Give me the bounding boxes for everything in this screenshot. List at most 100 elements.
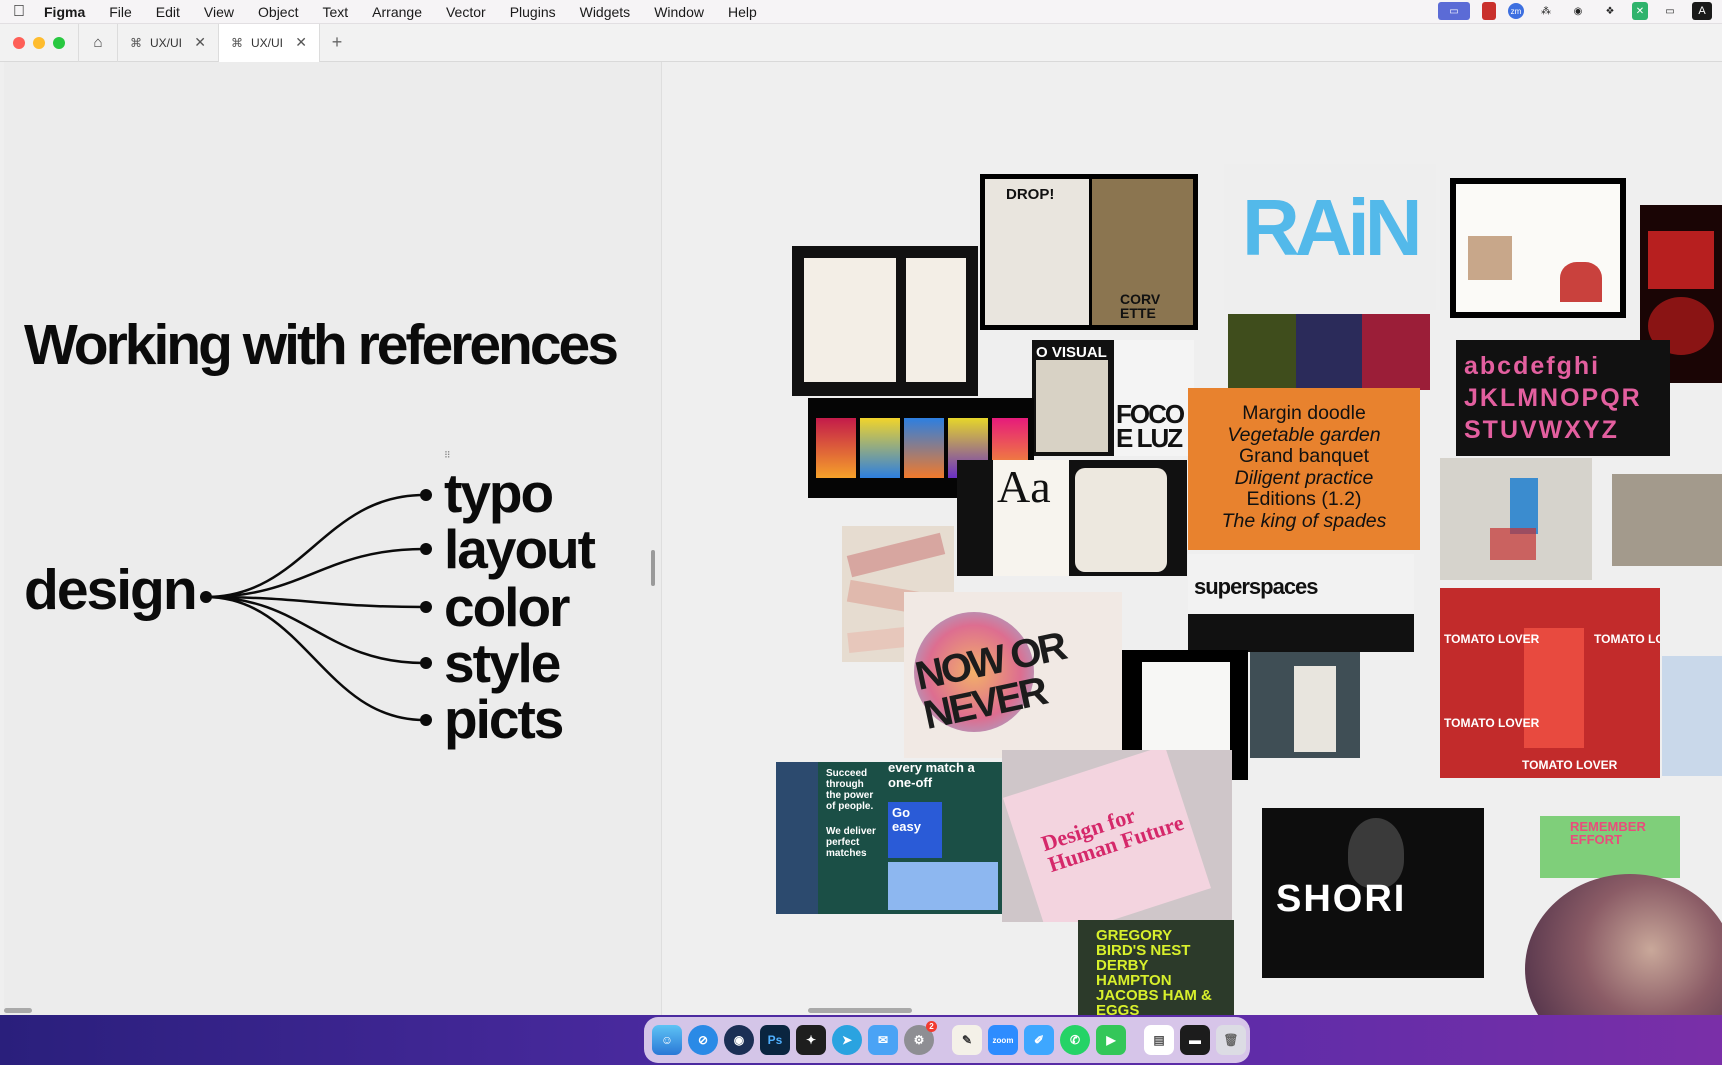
reference-image-alphabet[interactable]: abcdefghi JKLMNOPQR STUVWXYZ	[1456, 340, 1670, 456]
terminal-icon[interactable]: ▬	[1180, 1025, 1210, 1055]
menu-file[interactable]: File	[97, 4, 144, 20]
reference-image-superspaces[interactable]: superspaces	[1188, 554, 1414, 652]
apple-icon[interactable]: 	[0, 3, 38, 21]
reference-image-now-or-never[interactable]: NOW OR NEVER	[904, 592, 1122, 758]
reference-image-book-spread[interactable]	[1450, 178, 1626, 318]
menu-arrange[interactable]: Arrange	[360, 4, 434, 20]
menu-help[interactable]: Help	[716, 4, 769, 20]
remember-text: REMEMBER EFFORT	[1570, 819, 1646, 847]
input-source-icon[interactable]: A	[1692, 2, 1712, 20]
menu-object[interactable]: Object	[246, 4, 310, 20]
note-line-2: Vegetable garden	[1227, 423, 1381, 446]
eye-icon[interactable]: ◉	[1568, 2, 1588, 20]
file-icon: ⌘	[231, 35, 243, 50]
reference-image-collage[interactable]	[1228, 314, 1430, 390]
reference-image-hiring-ads[interactable]: Succeed through the power of people. We …	[776, 762, 1004, 914]
facetime-icon[interactable]: ▶	[1096, 1025, 1126, 1055]
flag-icon[interactable]	[1482, 2, 1496, 20]
reference-image-blue-card[interactable]	[1662, 656, 1722, 776]
menu-edit[interactable]: Edit	[144, 4, 192, 20]
note-line-4: Diligent practice	[1234, 466, 1374, 489]
mind-map-root: design	[24, 558, 198, 622]
menu-vector[interactable]: Vector	[434, 4, 498, 20]
go-easy-text: Go easy	[892, 805, 921, 834]
figma-icon[interactable]: ✦	[796, 1025, 826, 1055]
slide-frame[interactable]: Working with references design ⠿ typo la…	[4, 62, 662, 1015]
tomato-text-4: TOMATO LOVER	[1522, 758, 1618, 772]
panel-resize-handle[interactable]	[651, 550, 655, 586]
mail-icon[interactable]: ✉	[868, 1025, 898, 1055]
zoom-icon[interactable]: zoom	[988, 1025, 1018, 1055]
safari-icon[interactable]: ⊘	[688, 1025, 718, 1055]
succeed-text: Succeed through the power of people.	[826, 768, 874, 812]
tool-icon[interactable]: ✕	[1632, 2, 1648, 20]
rain-text: RAiN	[1242, 183, 1423, 272]
tab-ux-ui-2[interactable]: ⌘ UX/UI ✕	[219, 23, 320, 62]
grid-icon[interactable]: ⁂	[1536, 2, 1556, 20]
menu-window[interactable]: Window	[642, 4, 716, 20]
mind-map-branch-typo: typo	[444, 462, 554, 524]
gregory-text: GREGORY BIRD'S NEST DERBY HAMPTON JACOBS…	[1096, 927, 1212, 1015]
reference-image-gregory-poster[interactable]: GREGORY BIRD'S NEST DERBY HAMPTON JACOBS…	[1078, 920, 1234, 1015]
drag-handle-icon[interactable]: ⠿	[444, 450, 451, 461]
reference-image-remember[interactable]: REMEMBER EFFORT	[1540, 816, 1680, 878]
monitor-icon[interactable]: ▭	[1660, 2, 1680, 20]
dock: ☺ ⊘ ◉ Ps ✦ ➤ ✉ ⚙ 2 ✎ zoom ✐ ✆ ▶ ▤ ▬ 🗑	[644, 1017, 1250, 1063]
note-line-6: The king of spades	[1221, 509, 1387, 532]
whatsapp-icon[interactable]: ✆	[1060, 1025, 1090, 1055]
menu-text[interactable]: Text	[310, 4, 360, 20]
alphabet-text: abcdefghi JKLMNOPQR STUVWXYZ	[1464, 352, 1642, 444]
reference-image-shori[interactable]: SHORI	[1262, 808, 1484, 978]
home-icon[interactable]: ⌂	[78, 23, 118, 62]
tomato-text-3: TOMATO LOVER	[1444, 716, 1540, 730]
reference-image-menu-cards[interactable]	[792, 246, 978, 396]
menu-widgets[interactable]: Widgets	[568, 4, 643, 20]
reference-image-poster-artistas[interactable]	[1440, 458, 1592, 580]
reference-image-drop-poster[interactable]: DROP! CORV ETTE	[980, 174, 1198, 330]
tab-ux-ui-1[interactable]: ⌘ UX/UI ✕	[118, 23, 219, 62]
tomato-text-2: TOMATO LOVER	[1594, 632, 1660, 646]
mind-map-branch-picts: picts	[444, 688, 564, 750]
close-icon[interactable]: ✕	[295, 34, 307, 51]
zoom-icon[interactable]: zm	[1508, 3, 1524, 19]
menu-app-figma[interactable]: Figma	[38, 4, 97, 20]
menu-bar:  Figma File Edit View Object Text Arran…	[0, 0, 1722, 24]
menu-view[interactable]: View	[192, 4, 246, 20]
reference-image-o-visual[interactable]: O VISUAL FOCO E LUZ	[1032, 340, 1194, 456]
menu-plugins[interactable]: Plugins	[498, 4, 568, 20]
foco-text: FOCO E LUZ	[1116, 399, 1185, 453]
reference-image-tomato-lover[interactable]: TOMATO LOVER TOMATO LOVER TOMATO LOVER T…	[1440, 588, 1660, 778]
notes-icon[interactable]: ✎	[952, 1025, 982, 1055]
close-window-button[interactable]	[13, 36, 25, 49]
close-icon[interactable]: ✕	[194, 34, 206, 51]
status-area: ▭ zm ⁂ ◉ ❖ ✕ ▭ A	[1438, 2, 1712, 20]
display-icon[interactable]: ▭	[1438, 2, 1470, 20]
left-scrollbar[interactable]	[4, 1008, 32, 1013]
preview-icon[interactable]: ▤	[1144, 1025, 1174, 1055]
note-line-3: Grand banquet	[1238, 445, 1370, 467]
canvas-scrollbar[interactable]	[808, 1008, 912, 1013]
pen-icon[interactable]: ✐	[1024, 1025, 1054, 1055]
trash-icon[interactable]: 🗑	[1216, 1025, 1246, 1055]
cinema-icon[interactable]: ◉	[724, 1025, 754, 1055]
reference-image-design-human-future[interactable]: Design for Human Future	[1002, 750, 1232, 922]
photoshop-icon[interactable]: Ps	[760, 1025, 790, 1055]
tab-label: UX/UI	[150, 35, 183, 50]
reference-image-flood-sign[interactable]	[1250, 652, 1360, 758]
dropbox-icon[interactable]: ❖	[1600, 2, 1620, 20]
finder-icon[interactable]: ☺	[652, 1025, 682, 1055]
zoom-window-button[interactable]	[53, 36, 65, 49]
mind-map-branch-layout: layout	[444, 518, 596, 580]
reference-image-rain[interactable]: RAiN	[1224, 164, 1436, 310]
tab-bar: ⌂ ⌘ UX/UI ✕ ⌘ UX/UI ✕ +	[0, 23, 1722, 62]
reference-image-wall-type[interactable]	[1612, 474, 1722, 566]
settings-icon[interactable]: ⚙ 2	[904, 1021, 937, 1055]
webcam-overlay	[1525, 874, 1722, 1015]
telegram-icon[interactable]: ➤	[832, 1025, 862, 1055]
figma-canvas[interactable]: Working with references design ⠿ typo la…	[0, 62, 1722, 1015]
reference-image-specimen[interactable]: Aa	[957, 460, 1187, 576]
sticky-note[interactable]: Margin doodle Vegetable garden Grand ban…	[1188, 388, 1420, 550]
minimize-window-button[interactable]	[33, 36, 45, 49]
mind-map-branch-style: style	[444, 632, 561, 694]
add-tab-icon[interactable]: +	[320, 32, 354, 53]
